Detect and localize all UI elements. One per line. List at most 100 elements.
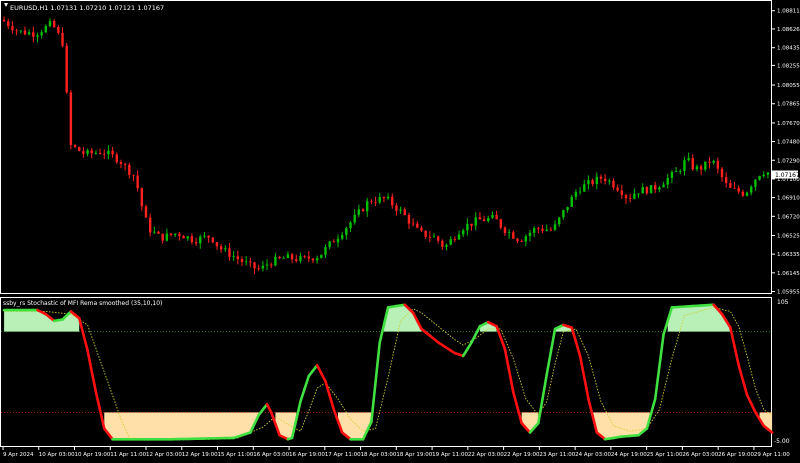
candle-body — [708, 162, 710, 163]
price-tick-label: 1.07865 — [777, 102, 800, 108]
time-tick-label: 16 Apr 03:00 — [253, 452, 289, 458]
candle-body — [374, 202, 376, 203]
price-tick-label: 1.06145 — [777, 271, 800, 277]
candle-body — [550, 230, 552, 231]
candle-body — [483, 219, 485, 221]
candle-body — [671, 172, 673, 178]
indicator-pane[interactable]: ssby_rs Stochastic of MFI Rema smoothed … — [1, 298, 790, 447]
candle-body — [433, 236, 435, 237]
time-tick-label: 15 Apr 11:00 — [218, 452, 254, 458]
candle-body — [646, 187, 648, 193]
candle-body — [562, 210, 564, 217]
candle-body — [15, 30, 17, 31]
time-tick-label: 26 Apr 19:00 — [718, 452, 754, 458]
candle-body — [132, 175, 134, 176]
price-pane[interactable]: EURUSD,H1 1.07131 1.07210 1.07121 1.0716… — [1, 1, 800, 296]
candle-body — [512, 232, 514, 238]
candle-body — [257, 268, 259, 269]
candle-body — [700, 166, 702, 169]
candle-body — [228, 248, 230, 257]
candle-body — [629, 198, 631, 199]
candle-body — [704, 162, 706, 170]
candle-body — [416, 224, 418, 228]
candle-body — [153, 232, 155, 233]
candle-body — [141, 188, 143, 206]
candle-body — [587, 180, 589, 184]
candle-body — [170, 233, 172, 234]
indicator-scale-bottom: -5.00 — [774, 438, 790, 445]
candle-body — [49, 21, 51, 26]
candle-body — [508, 232, 510, 233]
candle-body — [662, 185, 664, 188]
candle-body — [124, 164, 126, 165]
candle-body — [324, 247, 326, 255]
price-tick-label: 1.05955 — [777, 290, 800, 296]
candle-body — [45, 26, 47, 32]
time-tick-label: 26 Apr 03:00 — [682, 452, 718, 458]
candle-body — [466, 224, 468, 231]
candle-body — [612, 181, 614, 188]
candle-body — [57, 27, 59, 33]
candle-body — [566, 207, 568, 210]
price-tick-label: 1.07670 — [777, 121, 800, 127]
candle-body — [161, 234, 163, 241]
candle-body — [262, 266, 264, 269]
candle-body — [495, 215, 497, 219]
candle-body — [462, 230, 464, 234]
candle-body — [458, 234, 460, 239]
price-tick-label: 1.07290 — [777, 158, 800, 164]
candle-body — [40, 32, 42, 35]
candle-body — [683, 160, 685, 171]
time-tick-label: 9 Apr 2024 — [3, 452, 34, 458]
chart-canvas[interactable]: EURUSD,H1 1.07131 1.07210 1.07121 1.0716… — [0, 0, 800, 459]
time-tick-label: 18 Apr 03:00 — [361, 452, 397, 458]
time-tick-label: 10 Apr 03:00 — [39, 452, 75, 458]
candle-body — [333, 241, 335, 242]
price-tick-label: 1.08255 — [777, 63, 800, 69]
candle-body — [545, 230, 547, 231]
candle-body — [216, 242, 218, 246]
candle-body — [616, 188, 618, 191]
chart-window[interactable]: EURUSD,H1 1.07131 1.07210 1.07121 1.0716… — [0, 0, 800, 459]
candle-body — [232, 256, 234, 257]
price-tick-label: 1.07480 — [777, 140, 800, 146]
candle-body — [742, 192, 744, 196]
price-pane-frame — [1, 1, 772, 294]
candle-body — [387, 197, 389, 198]
candle-body — [136, 175, 138, 188]
candle-body — [111, 151, 113, 155]
candle-body — [750, 187, 752, 193]
candle-body — [341, 235, 343, 239]
candle-body — [308, 256, 310, 258]
candle-body — [600, 177, 602, 179]
candle-body — [516, 239, 518, 242]
candle-body — [3, 20, 5, 22]
candle-body — [529, 233, 531, 236]
candle-body — [399, 210, 401, 211]
candle-body — [725, 177, 727, 183]
candle-body — [621, 191, 623, 196]
candle-body — [253, 262, 255, 268]
time-tick-label: 16 Apr 19:00 — [289, 452, 325, 458]
candle-body — [220, 246, 222, 249]
candle-body — [245, 261, 247, 262]
candle-body — [270, 265, 272, 266]
candle-body — [316, 258, 318, 260]
candle-body — [763, 175, 765, 176]
candle-body — [178, 234, 180, 236]
candle-body — [541, 229, 543, 231]
candle-body — [633, 194, 635, 199]
candle-body — [445, 245, 447, 247]
candle-body — [687, 158, 689, 160]
candle-body — [767, 172, 769, 174]
time-tick-label: 24 Apr 19:00 — [611, 452, 647, 458]
candle-body — [78, 147, 80, 151]
candle-body — [658, 187, 660, 189]
candle-body — [454, 239, 456, 240]
candle-body — [437, 236, 439, 240]
candle-body — [116, 154, 118, 162]
candle-body — [533, 228, 535, 233]
candle-body — [654, 185, 656, 189]
candle-body — [641, 187, 643, 193]
candle-body — [395, 205, 397, 210]
